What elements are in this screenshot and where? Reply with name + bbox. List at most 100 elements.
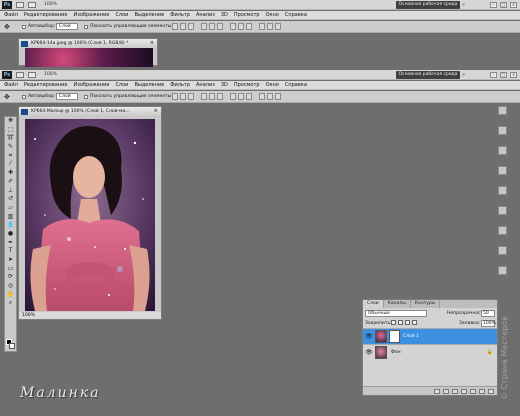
lasso-tool-icon[interactable]: ➰: [5, 134, 16, 143]
shape-tool-icon[interactable]: ▭: [5, 265, 16, 274]
visibility-eye-icon[interactable]: 👁: [365, 349, 373, 357]
add-mask-icon[interactable]: [452, 388, 458, 394]
trash-icon[interactable]: [488, 388, 494, 394]
menu-analysis[interactable]: Анализ: [196, 82, 215, 88]
minimize-button[interactable]: –: [490, 72, 497, 78]
zoom-tool-icon[interactable]: ⌕: [5, 299, 16, 308]
pen-tool-icon[interactable]: ✒: [5, 239, 16, 248]
workspace-more-icon[interactable]: »: [462, 2, 465, 8]
align-bottom-icon[interactable]: [188, 93, 194, 100]
align-right-icon[interactable]: [217, 23, 223, 30]
layer-mask-thumbnail[interactable]: [389, 330, 400, 343]
align-hcenter-icon[interactable]: [209, 23, 215, 30]
menu-window[interactable]: Окно: [266, 12, 279, 18]
brush-tool-icon[interactable]: ✐: [5, 178, 16, 187]
visibility-eye-icon[interactable]: 👁: [365, 333, 373, 341]
lock-all-icon[interactable]: [412, 320, 417, 325]
lock-pixels-icon[interactable]: [398, 320, 403, 325]
tab-layers[interactable]: Слои: [363, 300, 384, 308]
workspace-button[interactable]: Основная рабочая среда: [396, 1, 460, 9]
menu-edit[interactable]: Редактирование: [24, 82, 68, 88]
menu-edit[interactable]: Редактирование: [24, 12, 68, 18]
eyedropper-tool-icon[interactable]: ⁄: [5, 160, 16, 169]
menu-layers[interactable]: Слои: [115, 12, 128, 18]
minimize-button[interactable]: –: [490, 2, 497, 8]
distribute-hcenter-icon[interactable]: [267, 23, 273, 30]
distribute-bottom-icon[interactable]: [246, 93, 252, 100]
styles-panel-icon[interactable]: [498, 206, 507, 215]
new-group-icon[interactable]: [470, 388, 476, 394]
history-brush-tool-icon[interactable]: ↺: [5, 195, 16, 204]
hand-tool-icon[interactable]: ✋: [5, 291, 16, 300]
lock-transparency-icon[interactable]: [391, 320, 396, 325]
distribute-top-icon[interactable]: [230, 93, 236, 100]
document-close-icon[interactable]: ×: [150, 39, 154, 48]
align-vcenter-icon[interactable]: [180, 93, 186, 100]
dodge-tool-icon[interactable]: ●: [5, 230, 16, 239]
menu-select[interactable]: Выделение: [134, 82, 164, 88]
distribute-hcenter-icon[interactable]: [267, 93, 273, 100]
align-bottom-icon[interactable]: [188, 23, 194, 30]
menu-help[interactable]: Справка: [285, 12, 307, 18]
maximize-button[interactable]: □: [500, 2, 507, 8]
move-tool-icon[interactable]: ✥: [5, 117, 16, 126]
autoselect-select[interactable]: Слой: [56, 93, 78, 100]
zoom-level[interactable]: 100%: [44, 2, 57, 7]
document-canvas-front[interactable]: [25, 119, 155, 311]
align-left-icon[interactable]: [201, 23, 207, 30]
align-hcenter-icon[interactable]: [209, 93, 215, 100]
bridge-icon[interactable]: [16, 72, 24, 78]
menu-file[interactable]: Файл: [4, 82, 18, 88]
document-close-icon[interactable]: ×: [154, 107, 158, 116]
menu-filter[interactable]: Фильтр: [170, 12, 190, 18]
blend-mode-select[interactable]: Обычные: [365, 310, 427, 317]
layer-style-icon[interactable]: [443, 388, 449, 394]
clone-stamp-tool-icon[interactable]: ⊥: [5, 187, 16, 196]
menu-image[interactable]: Изображение: [73, 12, 109, 18]
layer-row-background[interactable]: 👁 Фон 🔒: [363, 344, 497, 360]
eraser-tool-icon[interactable]: ▱: [5, 204, 16, 213]
align-vcenter-icon[interactable]: [180, 23, 186, 30]
distribute-vcenter-icon[interactable]: [238, 23, 244, 30]
distribute-top-icon[interactable]: [230, 23, 236, 30]
3d-orbit-tool-icon[interactable]: ◎: [5, 282, 16, 291]
crop-tool-icon[interactable]: ⌗: [5, 152, 16, 161]
align-left-icon[interactable]: [201, 93, 207, 100]
show-controls-checkbox[interactable]: [84, 95, 88, 99]
character-panel-icon[interactable]: [498, 226, 507, 235]
autoselect-select[interactable]: Слой: [56, 23, 78, 30]
distribute-bottom-icon[interactable]: [246, 23, 252, 30]
marquee-tool-icon[interactable]: ⬚: [5, 126, 16, 135]
link-layers-icon[interactable]: [434, 388, 440, 394]
tab-paths[interactable]: Контуры: [411, 300, 441, 308]
type-tool-icon[interactable]: T: [5, 247, 16, 256]
path-select-tool-icon[interactable]: ➤: [5, 256, 16, 265]
menu-file[interactable]: Файл: [4, 12, 18, 18]
mini-bridge-icon[interactable]: [28, 72, 36, 78]
workspace-more-icon[interactable]: »: [462, 72, 465, 78]
bridge-icon[interactable]: [16, 2, 24, 8]
document-tab-back[interactable]: KP664-14a.jpeg @ 100% (Слой 1, RGB/8) * …: [19, 39, 157, 48]
workspace-button[interactable]: Основная рабочая среда: [396, 71, 460, 79]
show-controls-checkbox[interactable]: [84, 25, 88, 29]
close-button[interactable]: ×: [510, 2, 517, 8]
distribute-left-icon[interactable]: [259, 93, 265, 100]
history-panel-icon[interactable]: [498, 106, 507, 115]
adjustments-panel-icon[interactable]: [498, 166, 507, 175]
menu-image[interactable]: Изображение: [73, 82, 109, 88]
layers-panel-icon[interactable]: [498, 266, 507, 275]
move-tool-icon[interactable]: ✥: [4, 93, 14, 101]
menu-3d[interactable]: 3D: [221, 82, 228, 88]
layer-row-layer1[interactable]: 👁 Слой 1: [363, 328, 497, 344]
zoom-level[interactable]: 100%: [44, 72, 57, 77]
align-top-icon[interactable]: [172, 93, 178, 100]
menu-help[interactable]: Справка: [285, 82, 307, 88]
color-panel-icon[interactable]: [498, 126, 507, 135]
autoselect-checkbox[interactable]: [22, 25, 26, 29]
document-window-back[interactable]: KP664-14a.jpeg @ 100% (Слой 1, RGB/8) * …: [18, 38, 158, 67]
distribute-left-icon[interactable]: [259, 23, 265, 30]
close-button[interactable]: ×: [510, 72, 517, 78]
paragraph-panel-icon[interactable]: [498, 246, 507, 255]
distribute-right-icon[interactable]: [275, 23, 281, 30]
mini-bridge-icon[interactable]: [28, 2, 36, 8]
